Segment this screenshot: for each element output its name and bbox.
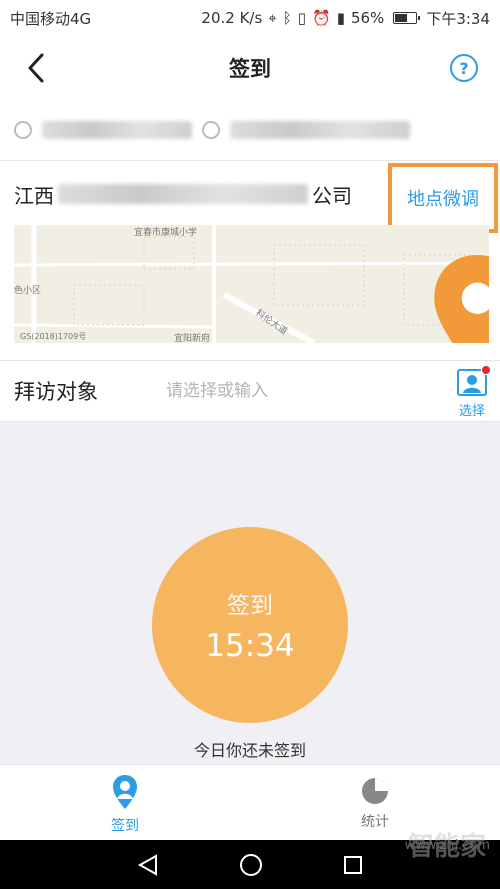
location-card: 江西 公司 地点微调 宜春市康城小学 色小区 科伦大道 宜阳新府 GS(2018… bbox=[0, 160, 500, 360]
clock-time: 下午3:34 bbox=[426, 9, 490, 28]
checkin-time: 15:34 bbox=[205, 628, 295, 664]
home-circle-icon[interactable] bbox=[239, 853, 263, 877]
back-triangle-icon[interactable] bbox=[137, 853, 159, 876]
network-speed: 20.2 K/s bbox=[201, 9, 263, 27]
pin-icon bbox=[202, 121, 220, 139]
location-icon: ⌖ bbox=[268, 9, 277, 27]
select-label: 选择 bbox=[458, 404, 485, 419]
map-pin-icon bbox=[434, 255, 489, 343]
battery-percent: 56% bbox=[350, 9, 385, 27]
status-icons: 20.2 K/s ⌖ ᛒ ▯ ⏰ ▮ 56% 下午3:34 bbox=[201, 8, 490, 29]
vibrate-icon: ▯ bbox=[297, 9, 307, 27]
page-title: 签到 bbox=[229, 57, 271, 81]
map-label-gov: 宜阳新府 bbox=[174, 334, 211, 343]
visit-target-label: 拜访对象 bbox=[14, 380, 98, 404]
checkin-title: 签到 bbox=[227, 593, 273, 619]
chevron-left-icon bbox=[28, 53, 44, 83]
help-button[interactable]: ? bbox=[450, 54, 478, 82]
tab-checkin-label: 签到 bbox=[111, 818, 139, 834]
tab-statistics-label: 统计 bbox=[361, 814, 389, 830]
map-view[interactable]: 宜春市康城小学 色小区 科伦大道 宜阳新府 GS(2018)1709号 bbox=[14, 225, 489, 343]
checkin-person-icon bbox=[113, 775, 137, 809]
contact-book-icon bbox=[457, 365, 491, 396]
map-label-school: 宜春市康城小学 bbox=[134, 228, 198, 238]
location-name: 江西 公司 bbox=[14, 179, 352, 209]
notification-badge bbox=[481, 365, 491, 375]
location-name-suffix: 公司 bbox=[312, 183, 352, 208]
watermark-url: www.znj.com bbox=[404, 838, 490, 853]
battery-icon bbox=[393, 12, 421, 24]
select-contact-button[interactable]: 选择 bbox=[454, 365, 491, 419]
checkin-status-text: 今日你还未签到 bbox=[193, 741, 306, 760]
blurred-datetime bbox=[42, 121, 192, 139]
visit-target-input[interactable] bbox=[166, 381, 436, 401]
header: 签到 ? bbox=[0, 36, 500, 100]
map-copyright: GS(2018)1709号 bbox=[20, 332, 87, 341]
location-name-prefix: 江西 bbox=[14, 183, 54, 208]
blurred-address bbox=[230, 121, 410, 139]
info-row bbox=[0, 100, 500, 160]
tab-checkin[interactable]: 签到 bbox=[0, 765, 250, 840]
status-bar: 中国移动4G 20.2 K/s ⌖ ᛒ ▯ ⏰ ▮ 56% 下午3:34 bbox=[0, 0, 500, 36]
back-button[interactable] bbox=[18, 50, 54, 86]
pie-chart-icon bbox=[362, 778, 388, 804]
carrier-text: 中国移动4G bbox=[10, 9, 92, 28]
visit-target-row: 拜访对象 选择 bbox=[0, 360, 500, 422]
map-label-area: 色小区 bbox=[14, 286, 42, 296]
signal-icon: ▮ bbox=[336, 9, 345, 27]
clock-icon bbox=[14, 121, 32, 139]
alarm-icon: ⏰ bbox=[312, 9, 331, 27]
checkin-button[interactable]: 签到 15:34 bbox=[152, 527, 348, 723]
location-adjust-button[interactable]: 地点微调 bbox=[388, 163, 498, 233]
bluetooth-icon: ᛒ bbox=[282, 9, 292, 27]
recents-square-icon[interactable] bbox=[343, 855, 363, 875]
blurred-location-name bbox=[58, 184, 308, 204]
